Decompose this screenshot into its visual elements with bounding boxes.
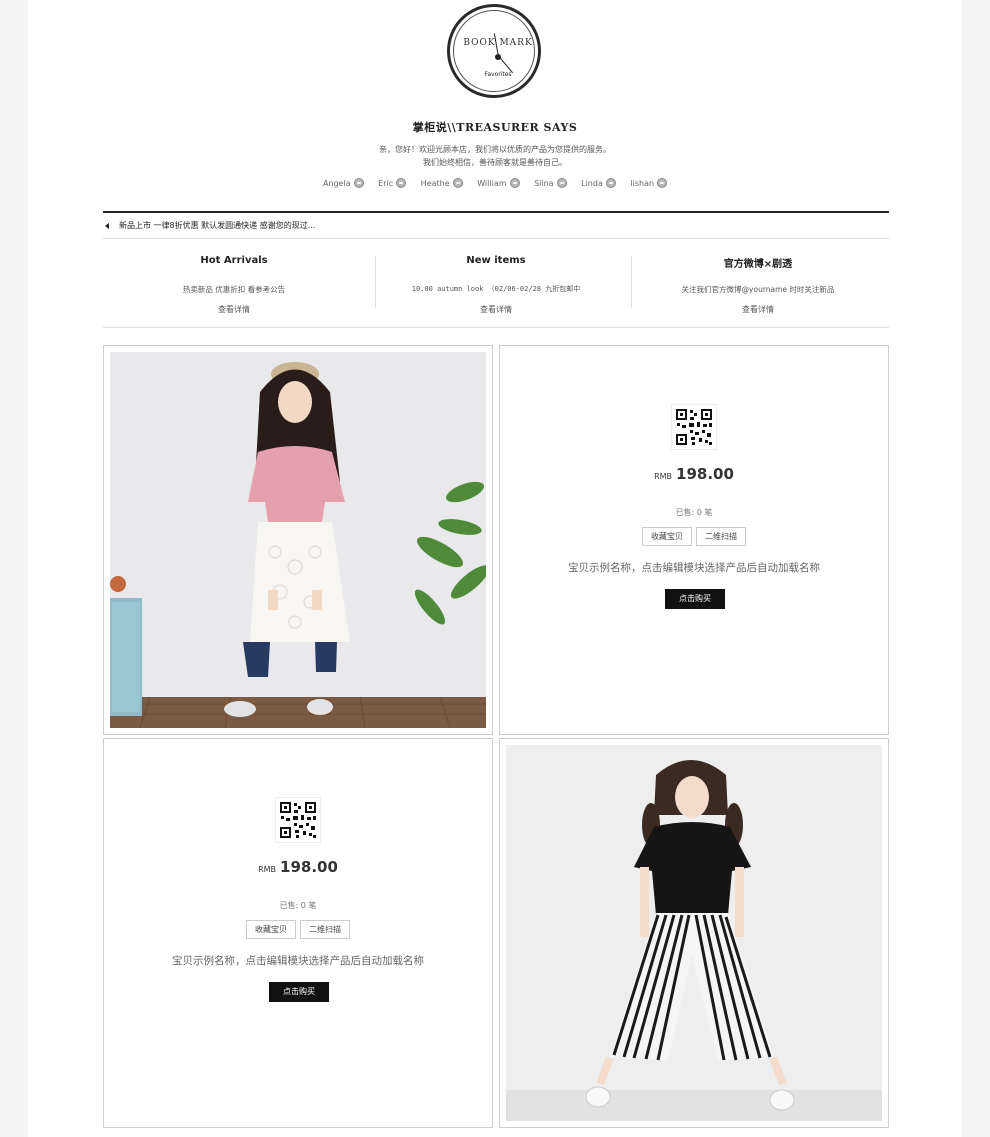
qr-code-icon[interactable] bbox=[275, 797, 321, 843]
staff-name: Siina bbox=[534, 179, 554, 188]
qr-scan-button[interactable]: 二维扫描 bbox=[696, 527, 746, 546]
product-actions: 收藏宝贝 二维扫描 bbox=[500, 524, 888, 546]
notice-text[interactable]: 新品上市 一律8折优惠 默认发圆通快递 感谢您的现过... bbox=[119, 220, 315, 231]
info-detail-link[interactable]: 查看详情 bbox=[103, 304, 365, 315]
product-info-cell: RMB 198.00 已售: 0 笔 收藏宝贝 二维扫描 宝贝示例名称，点击编辑模块… bbox=[499, 345, 889, 735]
staff-contact[interactable]: Eric bbox=[378, 178, 407, 188]
buy-button[interactable]: 点击购买 bbox=[269, 982, 329, 1002]
staff-name: Linda bbox=[581, 179, 603, 188]
speaker-arrow-icon bbox=[105, 223, 109, 229]
info-strip: Hot Arrivals 热卖新品 优惠折扣 看参考公告 查看详情 New it… bbox=[103, 240, 889, 328]
page-title: 掌柜说\\TREASURER SAYS bbox=[412, 121, 578, 134]
info-heading: 官方微博×剧透 bbox=[723, 259, 793, 270]
info-heading: Hot Arrivals bbox=[200, 255, 268, 266]
qr-code-icon[interactable] bbox=[671, 404, 717, 450]
product-info-cell: RMB 198.00 已售: 0 笔 收藏宝贝 二维扫描 宝贝示例名称，点击编辑模块… bbox=[103, 738, 493, 1128]
price-currency: RMB bbox=[258, 865, 277, 874]
info-heading: New items bbox=[466, 255, 526, 266]
staff-name: lishan bbox=[630, 179, 655, 188]
buy-button[interactable]: 点击购买 bbox=[665, 589, 725, 609]
staff-contact[interactable]: Linda bbox=[581, 178, 616, 188]
shop-page: BOOK MARK Favorites 掌柜说\\TREASURER SAYS … bbox=[28, 0, 962, 1137]
staff-name: William bbox=[477, 179, 507, 188]
product-photo[interactable] bbox=[110, 352, 486, 728]
info-desc: 关注我们官方微博@yourname 时时关注新品 bbox=[681, 285, 835, 294]
qq-icon[interactable] bbox=[605, 178, 616, 188]
customer-service-list: Angela Eric Heathe William Siina Linda l… bbox=[28, 178, 962, 188]
clock-hub-icon bbox=[495, 54, 501, 60]
staff-name: Eric bbox=[378, 179, 394, 188]
staff-name: Heathe bbox=[420, 179, 450, 188]
sold-count: 已售: 0 笔 bbox=[279, 901, 317, 910]
staff-contact[interactable]: Angela bbox=[323, 178, 364, 188]
staff-contact[interactable]: Siina bbox=[534, 178, 567, 188]
qq-icon[interactable] bbox=[353, 178, 364, 188]
qr-scan-button[interactable]: 二维扫描 bbox=[300, 920, 350, 939]
product-price: RMB 198.00 bbox=[500, 464, 888, 483]
notice-bar: 新品上市 一律8折优惠 默认发圆通快递 感谢您的现过... bbox=[103, 211, 889, 239]
qq-icon[interactable] bbox=[396, 178, 407, 188]
product-photo-cell[interactable] bbox=[103, 345, 493, 735]
info-detail-link[interactable]: 查看详情 bbox=[365, 304, 627, 315]
price-currency: RMB bbox=[654, 472, 673, 481]
price-value: 198.00 bbox=[280, 858, 338, 876]
product-price: RMB 198.00 bbox=[104, 857, 492, 876]
product-photo-cell[interactable] bbox=[499, 738, 889, 1128]
shop-intro: 亲，您好！欢迎光顾本店，我们将以优质的产品为您提供的服务。 我们始终相信，善待顾… bbox=[28, 143, 962, 169]
favorite-button[interactable]: 收藏宝贝 bbox=[246, 920, 296, 939]
info-desc: 10.00 autumn look （02/06-02/28 九折包邮中 bbox=[411, 285, 581, 293]
favorite-button[interactable]: 收藏宝贝 bbox=[642, 527, 692, 546]
staff-contact[interactable]: William bbox=[477, 178, 520, 188]
intro-line-1: 亲，您好！欢迎光顾本店，我们将以优质的产品为您提供的服务。 bbox=[379, 145, 611, 154]
staff-name: Angela bbox=[322, 179, 351, 188]
qq-icon[interactable] bbox=[556, 178, 567, 188]
info-desc: 热卖新品 优惠折扣 看参考公告 bbox=[182, 285, 286, 294]
product-actions: 收藏宝贝 二维扫描 bbox=[104, 917, 492, 939]
logo-subtext: Favorites bbox=[484, 71, 512, 78]
qq-icon[interactable] bbox=[657, 178, 668, 188]
qq-icon[interactable] bbox=[509, 178, 520, 188]
product-photo[interactable] bbox=[506, 745, 882, 1121]
intro-line-2: 我们始终相信，善待顾客就是善待自己。 bbox=[423, 158, 567, 167]
staff-contact[interactable]: Heathe bbox=[421, 178, 463, 188]
product-name[interactable]: 宝贝示例名称，点击编辑模块选择产品后自动加载名称 bbox=[104, 953, 492, 968]
sold-count: 已售: 0 笔 bbox=[675, 508, 713, 517]
info-hot-arrivals: Hot Arrivals 热卖新品 优惠折扣 看参考公告 查看详情 bbox=[103, 240, 365, 328]
logo-text: BOOK MARK bbox=[463, 38, 533, 48]
product-name[interactable]: 宝贝示例名称，点击编辑模块选择产品后自动加载名称 bbox=[500, 560, 888, 575]
qq-icon[interactable] bbox=[452, 178, 463, 188]
info-detail-link[interactable]: 查看详情 bbox=[627, 304, 889, 315]
info-new-items: New items 10.00 autumn look （02/06-02/28… bbox=[365, 240, 627, 328]
logo-ring: BOOK MARK Favorites bbox=[453, 10, 535, 92]
bookmark-logo[interactable]: BOOK MARK Favorites bbox=[447, 4, 541, 98]
staff-contact[interactable]: lishan bbox=[630, 178, 668, 188]
info-weibo: 官方微博×剧透 关注我们官方微博@yourname 时时关注新品 查看详情 bbox=[627, 240, 889, 328]
price-value: 198.00 bbox=[676, 465, 734, 483]
